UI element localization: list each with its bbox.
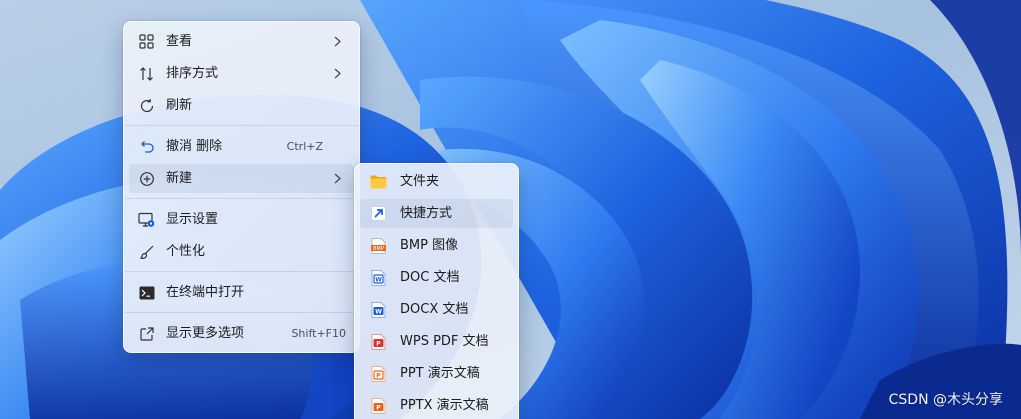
submenu-item-pptx-presentation[interactable]: P PPTX 演示文稿 [360,391,513,419]
new-submenu: 文件夹 快捷方式 BMP BMP 图像 W DOC 文档 W DOCX 文档 P… [354,163,519,419]
svg-text:BMP: BMP [373,246,384,252]
shortcut-hint: Ctrl+Z [286,140,323,153]
more-options-icon [138,325,155,342]
submenu-item-ppt-presentation[interactable]: P PPT 演示文稿 [360,359,513,388]
submenu-item-label: DOC 文档 [400,270,460,285]
menu-item-label: 个性化 [166,244,206,259]
submenu-item-label: DOCX 文档 [400,302,469,317]
menu-item-label: 显示更多选项 [166,326,245,341]
menu-item-label: 排序方式 [166,66,219,81]
submenu-item-folder[interactable]: 文件夹 [360,167,513,196]
pptx-file-icon: P [370,397,387,414]
menu-separator [125,312,358,313]
menu-item-new[interactable]: 新建 [129,164,354,193]
svg-text:P: P [376,404,381,411]
submenu-item-label: 快捷方式 [400,206,453,221]
menu-separator [125,198,358,199]
menu-item-label: 新建 [166,171,193,186]
pdf-file-icon: P [370,333,387,350]
watermark: CSDN @木头分享 [888,392,1003,408]
submenu-item-label: WPS PDF 文档 [400,334,489,349]
doc-file-icon: W [370,269,387,286]
folder-icon [370,173,387,190]
menu-item-sort-by[interactable]: 排序方式 [129,59,354,88]
submenu-item-docx-document[interactable]: W DOCX 文档 [360,295,513,324]
ppt-file-icon: P [370,365,387,382]
menu-item-label: 刷新 [166,98,193,113]
submenu-item-label: PPTX 演示文稿 [400,398,489,413]
svg-text:P: P [376,340,381,347]
menu-item-refresh[interactable]: 刷新 [129,91,354,120]
chevron-right-icon [332,34,342,49]
menu-separator [125,125,358,126]
menu-item-personalize[interactable]: 个性化 [129,237,354,266]
shortcut-icon [370,205,387,222]
desktop[interactable]: 查看 排序方式 刷新 撤消 删除 Ctrl+Z 新建 显示设置 个性化 在终端中… [0,0,1021,419]
brush-icon [138,243,155,260]
menu-item-open-in-terminal[interactable]: 在终端中打开 [129,278,354,307]
menu-item-display-settings[interactable]: 显示设置 [129,205,354,234]
submenu-item-bmp-image[interactable]: BMP BMP 图像 [360,231,513,260]
chevron-right-icon [332,66,342,81]
shortcut-hint: Shift+F10 [291,327,346,340]
menu-item-undo-delete[interactable]: 撤消 删除 Ctrl+Z [129,132,354,161]
submenu-item-label: PPT 演示文稿 [400,366,480,381]
chevron-right-icon [332,171,342,186]
add-circle-icon [138,170,155,187]
docx-file-icon: W [370,301,387,318]
terminal-icon [138,284,155,301]
menu-item-label: 查看 [166,34,193,49]
bmp-file-icon: BMP [370,237,387,254]
submenu-item-label: 文件夹 [400,174,440,189]
menu-item-view[interactable]: 查看 [129,27,354,56]
undo-icon [138,138,155,155]
sort-arrows-icon [138,65,155,82]
grid-icon [138,33,155,50]
submenu-item-wps-pdf-document[interactable]: P WPS PDF 文档 [360,327,513,356]
refresh-icon [138,97,155,114]
menu-item-label: 在终端中打开 [166,285,245,300]
svg-text:P: P [376,372,381,379]
submenu-item-doc-document[interactable]: W DOC 文档 [360,263,513,292]
menu-item-label: 显示设置 [166,212,219,227]
svg-text:W: W [375,308,382,315]
submenu-item-shortcut[interactable]: 快捷方式 [360,199,513,228]
svg-text:W: W [375,276,382,283]
menu-item-label: 撤消 删除 [166,139,223,154]
menu-separator [125,271,358,272]
desktop-context-menu: 查看 排序方式 刷新 撤消 删除 Ctrl+Z 新建 显示设置 个性化 在终端中… [123,21,360,353]
submenu-item-label: BMP 图像 [400,238,459,253]
display-settings-icon [138,211,155,228]
menu-item-show-more-options[interactable]: 显示更多选项 Shift+F10 [129,319,354,348]
